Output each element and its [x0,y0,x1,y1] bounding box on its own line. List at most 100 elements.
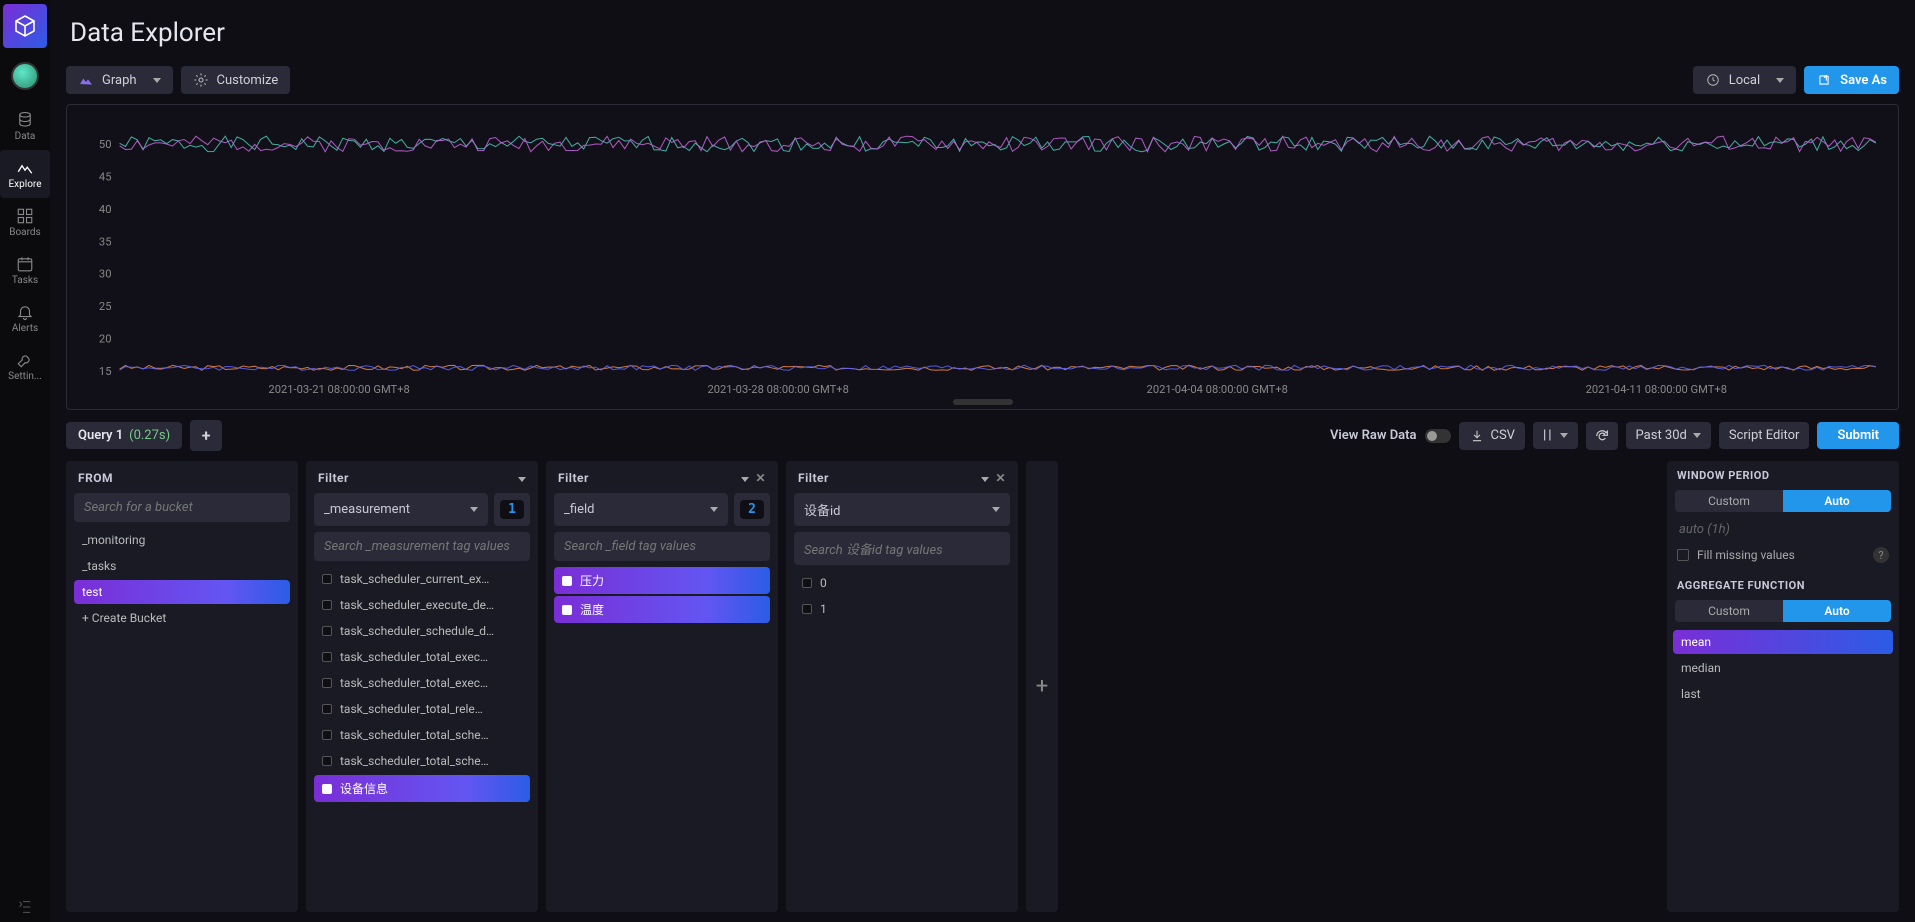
list-item[interactable]: mean [1673,630,1893,654]
window-toggle[interactable]: Custom Auto [1675,490,1891,512]
download-icon [1469,428,1485,444]
checkbox-icon [802,578,812,588]
query-tab[interactable]: Query 1 (0.27s) [66,422,182,449]
submit-label: Submit [1837,428,1879,443]
chevron-down-icon [1776,78,1784,83]
list-item-label: _tasks [82,559,116,573]
list-item[interactable]: 压力 [554,567,770,594]
close-icon[interactable]: ✕ [995,471,1006,485]
list-item[interactable]: task_scheduler_total_sche… [314,723,530,747]
list-item[interactable]: task_scheduler_total_sche… [314,749,530,773]
list-item-label: task_scheduler_total_sche… [340,728,489,742]
list-item[interactable]: _tasks [74,554,290,578]
list-item[interactable]: _monitoring [74,528,290,552]
nav-label: Settin... [8,371,42,382]
list-item[interactable]: test [74,580,290,604]
list-item-label: task_scheduler_current_ex… [340,572,489,586]
list-item[interactable]: 设备信息 [314,775,530,802]
tag-key-dropdown[interactable]: _measurement [314,493,488,526]
svg-text:50: 50 [99,138,112,151]
help-icon[interactable]: ? [1873,547,1889,563]
csv-button[interactable]: CSV [1459,422,1525,450]
cube-icon [13,14,37,38]
submit-button[interactable]: Submit [1817,422,1899,449]
list-item[interactable]: 1 [794,597,1010,621]
close-icon[interactable]: ✕ [755,471,766,485]
nav-tasks[interactable]: Tasks [0,246,50,294]
bucket-search[interactable]: Search for a bucket [74,493,290,522]
count-badge: 2 [740,500,764,519]
aggregate-auto[interactable]: Auto [1783,600,1891,622]
filter-column-measurement: Filter _measurement 1 Search _measuremen… [306,461,538,912]
checkbox-icon [562,605,572,615]
refresh-dropdown[interactable]: || [1533,422,1578,449]
time-range-label: Past 30d [1636,428,1687,443]
list-item[interactable]: median [1673,656,1893,680]
script-editor-button[interactable]: Script Editor [1719,422,1810,449]
svg-text:15: 15 [99,365,112,378]
tag-value-search[interactable]: Search _field tag values [554,532,770,561]
list-item[interactable]: task_scheduler_total_exec… [314,645,530,669]
list-item[interactable]: task_scheduler_total_rele… [314,697,530,721]
clock-icon [1705,72,1721,88]
nav-data[interactable]: Data [0,102,50,150]
list-item[interactable]: + Create Bucket [74,606,290,630]
svg-text:2021-03-21 08:00:00 GMT+8: 2021-03-21 08:00:00 GMT+8 [268,383,409,396]
checkbox-icon [322,574,332,584]
svg-text:30: 30 [99,268,112,281]
save-as-button[interactable]: Save As [1804,66,1899,94]
chevron-down-icon[interactable] [981,477,989,482]
tag-value-search[interactable]: Search _measurement tag values [314,532,530,561]
list-item[interactable]: last [1673,682,1893,706]
tag-key-label: 设备id [804,500,841,519]
list-item[interactable]: task_scheduler_schedule_d… [314,619,530,643]
window-custom[interactable]: Custom [1675,490,1783,512]
aggregate-panel: WINDOW PERIOD Custom Auto auto (1h) Fill… [1667,461,1899,912]
tag-value-search[interactable]: Search 设备id tag values [794,532,1010,565]
query-duration: (0.27s) [129,428,170,443]
list-item[interactable]: 0 [794,571,1010,595]
timezone-dropdown[interactable]: Local [1693,66,1796,94]
time-series-chart[interactable]: 15202530354045502021-03-21 08:00:00 GMT+… [79,121,1886,401]
resize-handle[interactable] [953,399,1013,405]
list-item-label: 温度 [580,601,604,618]
add-filter-button[interactable]: + [1026,461,1058,912]
list-item[interactable]: task_scheduler_current_ex… [314,567,530,591]
view-type-dropdown[interactable]: Graph [66,66,173,94]
chevron-down-icon [992,507,1000,512]
nav-boards[interactable]: Boards [0,198,50,246]
fill-missing-toggle[interactable]: Fill missing values ? [1667,543,1899,571]
chevron-down-icon[interactable] [741,477,749,482]
window-period-title: WINDOW PERIOD [1667,461,1899,486]
list-item-label: median [1681,661,1721,675]
svg-text:35: 35 [99,235,112,248]
nav-alerts[interactable]: Alerts [0,294,50,342]
window-auto[interactable]: Auto [1783,490,1891,512]
refresh-button[interactable] [1586,422,1618,450]
app-logo[interactable] [3,4,47,48]
list-item-label: _monitoring [82,533,145,547]
avatar[interactable] [11,62,39,90]
explore-icon [16,159,34,177]
nav-explore[interactable]: Explore [0,150,50,198]
tag-key-dropdown[interactable]: _field [554,493,728,526]
save-as-label: Save As [1840,73,1887,88]
pause-icon: || [1543,428,1554,443]
calendar-icon [16,255,34,273]
add-query-button[interactable]: + [190,420,222,451]
list-item[interactable]: task_scheduler_total_exec… [314,671,530,695]
list-item[interactable]: 温度 [554,596,770,623]
aggregate-toggle[interactable]: Custom Auto [1675,600,1891,622]
time-range-dropdown[interactable]: Past 30d [1626,422,1711,449]
sidebar-collapse[interactable] [0,892,50,922]
nav-settings[interactable]: Settin... [0,342,50,390]
checkbox-icon [322,784,332,794]
tag-key-label: _field [564,502,594,517]
tag-key-dropdown[interactable]: 设备id [794,493,1010,526]
chevron-down-icon[interactable] [518,477,526,482]
customize-button[interactable]: Customize [181,66,291,94]
aggregate-custom[interactable]: Custom [1675,600,1783,622]
list-item[interactable]: task_scheduler_execute_de… [314,593,530,617]
view-raw-data-toggle[interactable]: View Raw Data [1330,428,1451,443]
list-item-label: 压力 [580,572,604,589]
